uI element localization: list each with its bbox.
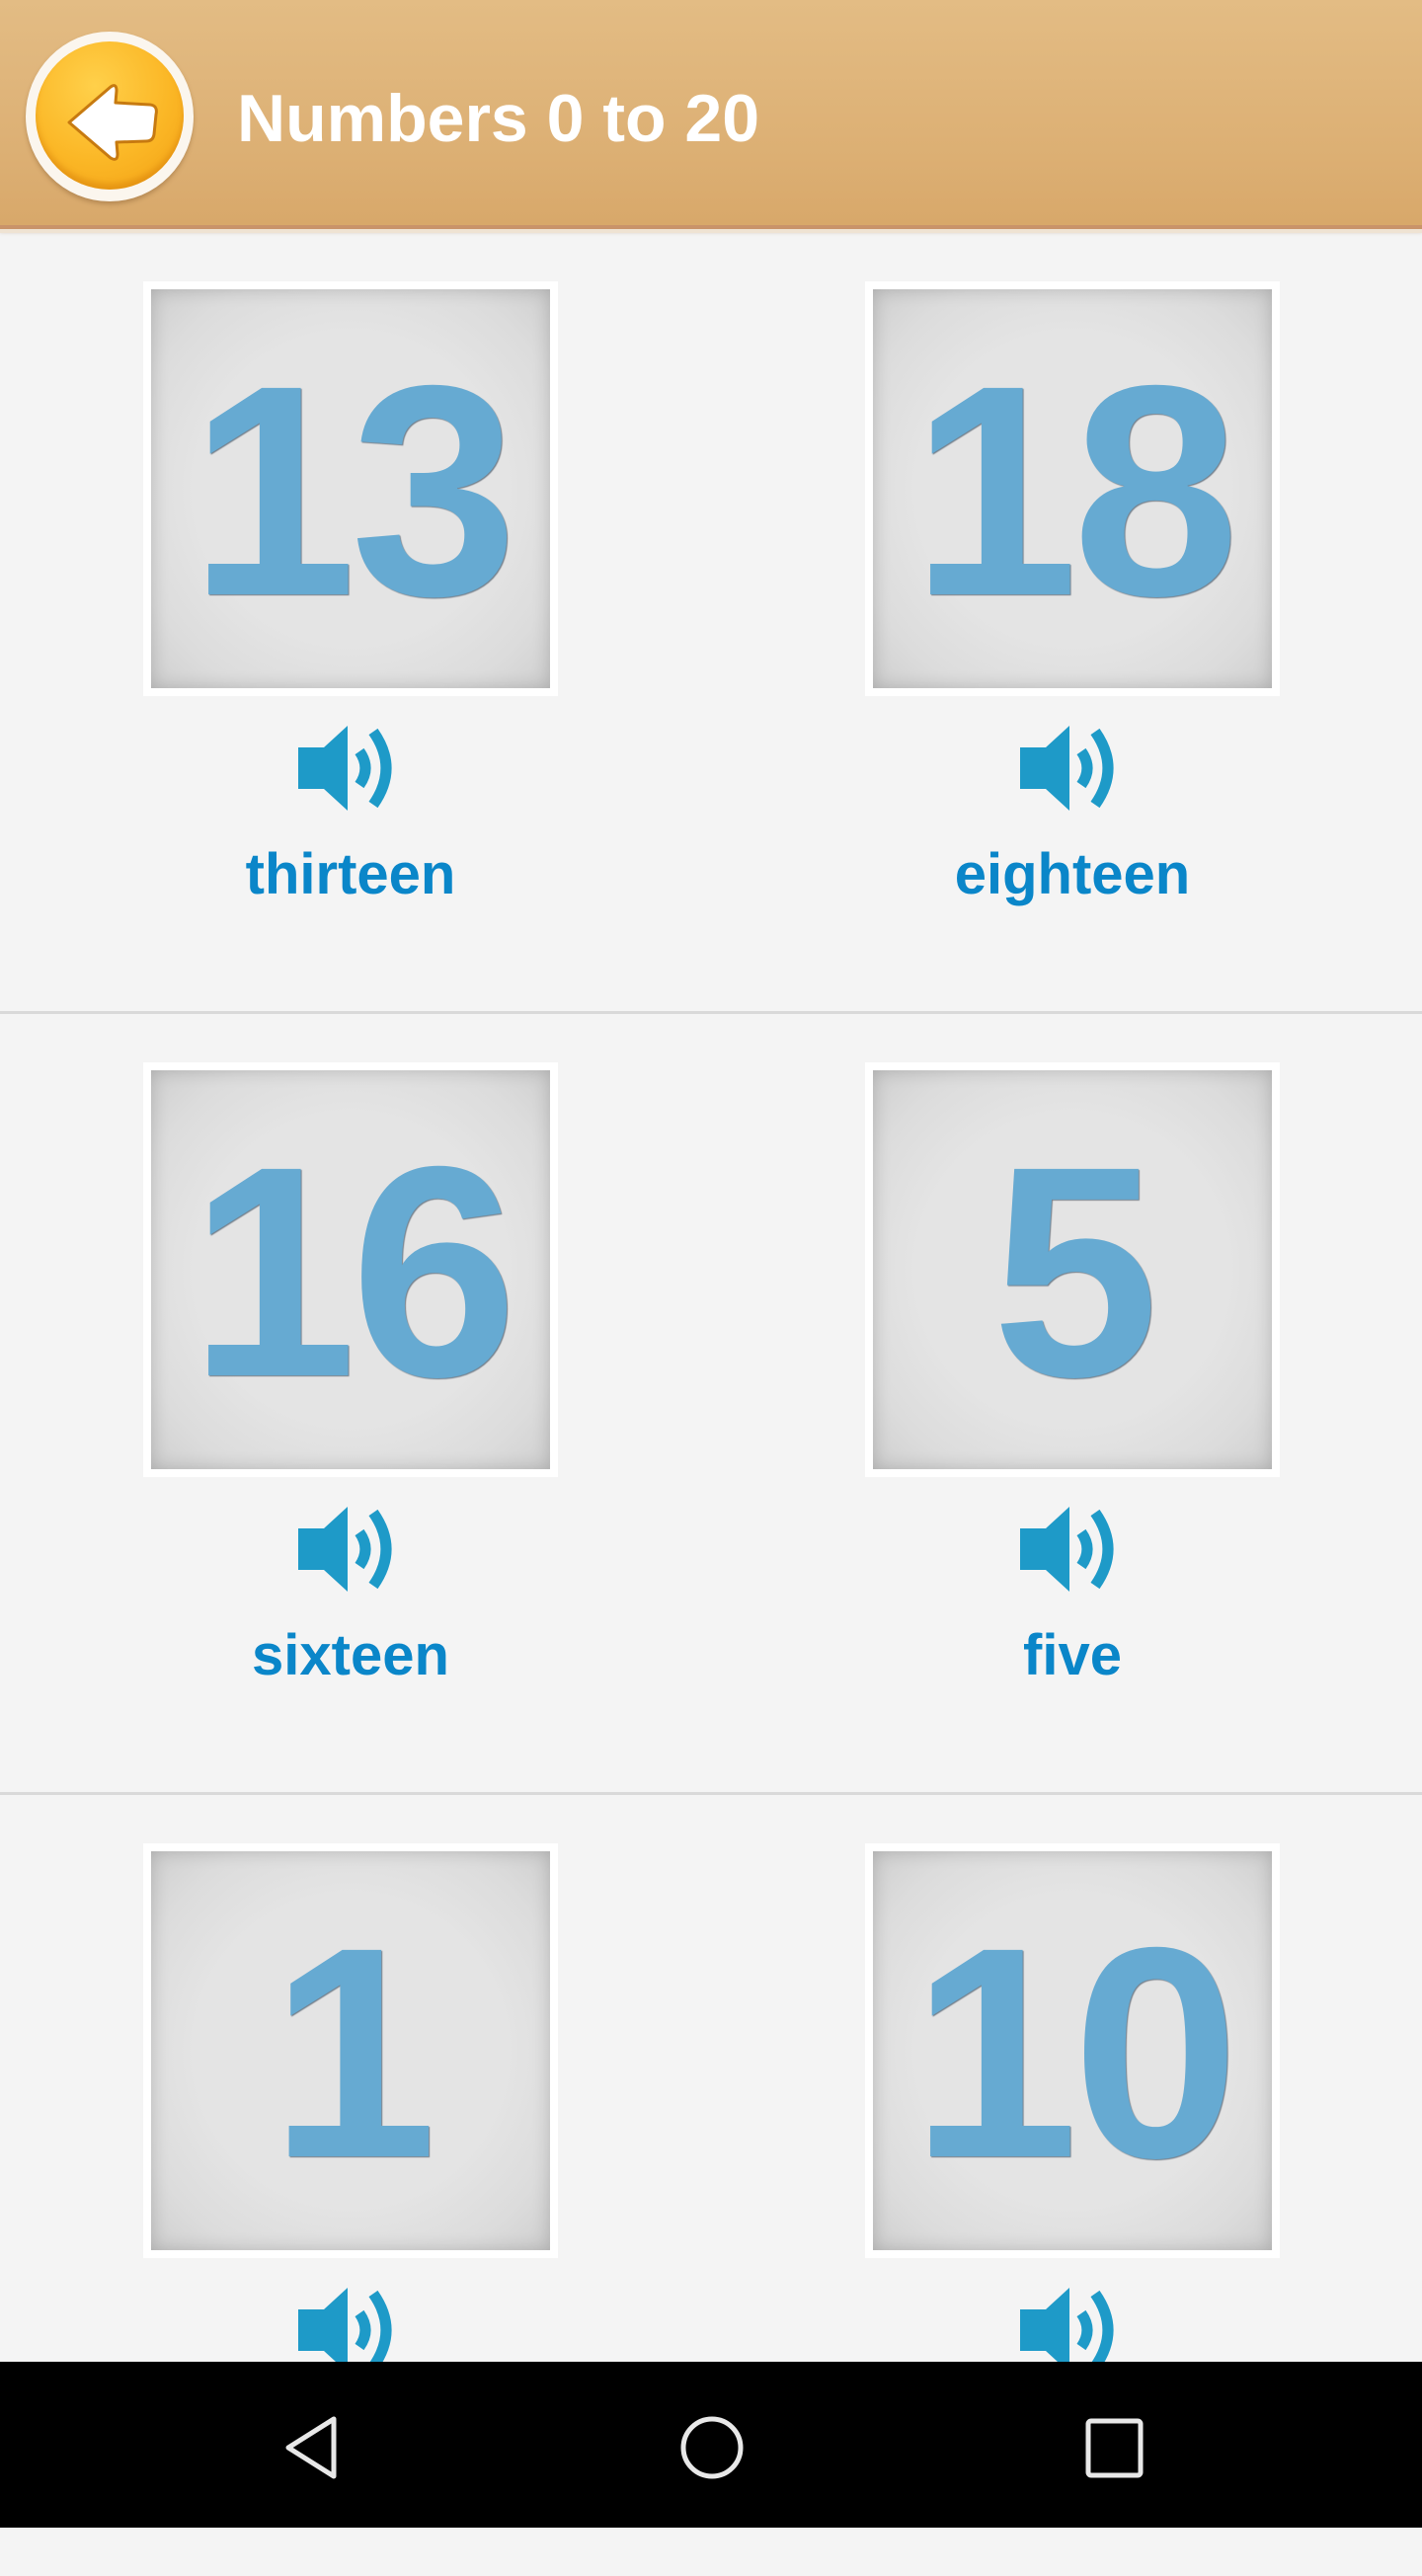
- nav-recents-button[interactable]: [1078, 2413, 1149, 2482]
- speaker-icon[interactable]: [296, 724, 405, 813]
- number-word: five: [1023, 1623, 1122, 1687]
- grid-row: 13 thirteen 18 eighteen: [0, 233, 1422, 1014]
- number-word: thirteen: [245, 842, 456, 906]
- number-item: 1: [143, 1843, 558, 2402]
- number-item: 10: [865, 1843, 1280, 2402]
- number-card[interactable]: 18: [865, 281, 1280, 696]
- number-card-face: 13: [151, 289, 550, 688]
- number-digit: 13: [189, 324, 517, 659]
- number-digit: 1: [270, 1886, 436, 2221]
- number-digit: 5: [991, 1105, 1158, 1440]
- nav-home-button[interactable]: [672, 2413, 751, 2482]
- number-item: 16 sixteen: [143, 1062, 558, 1690]
- number-item: 13 thirteen: [143, 281, 558, 909]
- circle-home-icon: [680, 2416, 744, 2479]
- number-item: 18 eighteen: [865, 281, 1280, 909]
- back-button[interactable]: [26, 32, 194, 201]
- number-digit: 16: [189, 1105, 517, 1440]
- speaker-icon[interactable]: [1018, 1505, 1127, 1594]
- number-word: eighteen: [954, 842, 1191, 906]
- number-card-face: 1: [151, 1851, 550, 2250]
- back-arrow-icon: [67, 84, 158, 161]
- number-grid: 13 thirteen 18 eighteen 16 sixteen 5 fiv…: [0, 233, 1422, 2576]
- number-card[interactable]: 1: [143, 1843, 558, 2258]
- square-recents-icon: [1085, 2418, 1144, 2478]
- number-card-face: 5: [873, 1070, 1272, 1469]
- nav-back-button[interactable]: [276, 2413, 346, 2482]
- grid-row: 16 sixteen 5 five: [0, 1014, 1422, 1795]
- number-word: sixteen: [252, 1623, 449, 1687]
- number-item: 5 five: [865, 1062, 1280, 1690]
- number-card-face: 10: [873, 1851, 1272, 2250]
- number-card[interactable]: 16: [143, 1062, 558, 1477]
- speaker-icon[interactable]: [296, 1505, 405, 1594]
- number-card[interactable]: 5: [865, 1062, 1280, 1477]
- number-digit: 10: [910, 1886, 1239, 2221]
- number-card[interactable]: 10: [865, 1843, 1280, 2258]
- number-card-face: 18: [873, 289, 1272, 688]
- number-card[interactable]: 13: [143, 281, 558, 696]
- system-navigation-bar: [0, 2362, 1422, 2528]
- triangle-back-icon: [285, 2416, 337, 2479]
- number-card-face: 16: [151, 1070, 550, 1469]
- speaker-icon[interactable]: [1018, 724, 1127, 813]
- page-title: Numbers 0 to 20: [237, 81, 760, 156]
- number-digit: 18: [910, 324, 1239, 659]
- app-header: Numbers 0 to 20: [0, 0, 1422, 233]
